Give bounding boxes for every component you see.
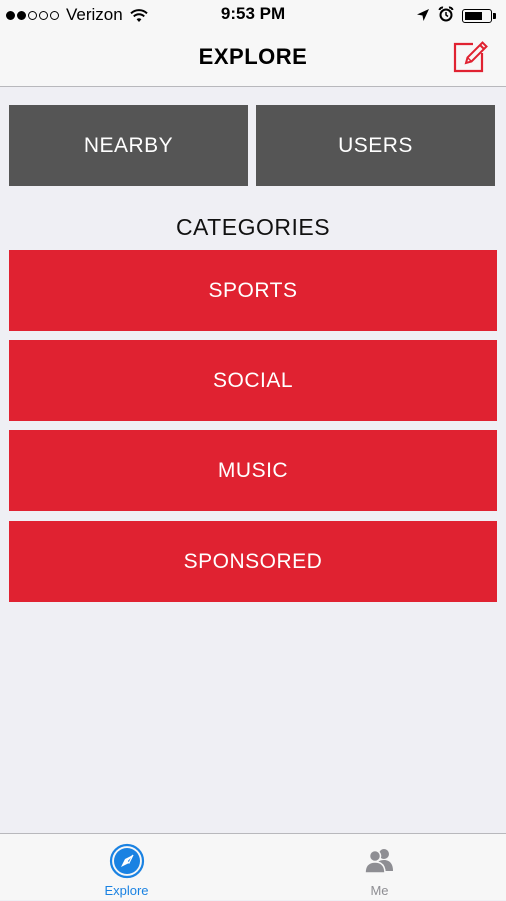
category-social-button[interactable]: SOCIAL bbox=[9, 340, 497, 421]
tab-explore[interactable]: Explore bbox=[0, 834, 253, 901]
compose-icon bbox=[453, 41, 488, 73]
users-button[interactable]: USERS bbox=[256, 105, 495, 186]
page-title: EXPLORE bbox=[198, 44, 308, 69]
tab-me[interactable]: Me bbox=[253, 834, 506, 901]
top-buttons: NEARBY USERS bbox=[9, 105, 497, 186]
tab-me-label: Me bbox=[370, 883, 389, 898]
category-music-button[interactable]: MUSIC bbox=[9, 430, 497, 511]
battery-fill bbox=[465, 11, 482, 20]
compose-button[interactable] bbox=[452, 38, 488, 74]
tab-bar: Explore Me bbox=[0, 833, 506, 900]
location-arrow-icon bbox=[416, 7, 430, 27]
alarm-icon bbox=[438, 6, 454, 27]
status-right bbox=[408, 6, 496, 27]
battery-icon bbox=[462, 8, 496, 25]
category-sponsored-button[interactable]: SPONSORED bbox=[9, 521, 497, 602]
users-icon bbox=[362, 843, 398, 879]
status-bar: Verizon 9:53 PM bbox=[0, 0, 506, 30]
categories-heading: CATEGORIES bbox=[175, 214, 331, 240]
category-sports-button[interactable]: SPORTS bbox=[9, 250, 497, 331]
navigation-bar: EXPLORE bbox=[0, 30, 506, 87]
compass-icon bbox=[109, 843, 145, 879]
tab-explore-label: Explore bbox=[104, 883, 149, 898]
nearby-button[interactable]: NEARBY bbox=[9, 105, 248, 186]
battery-tip bbox=[493, 12, 496, 19]
